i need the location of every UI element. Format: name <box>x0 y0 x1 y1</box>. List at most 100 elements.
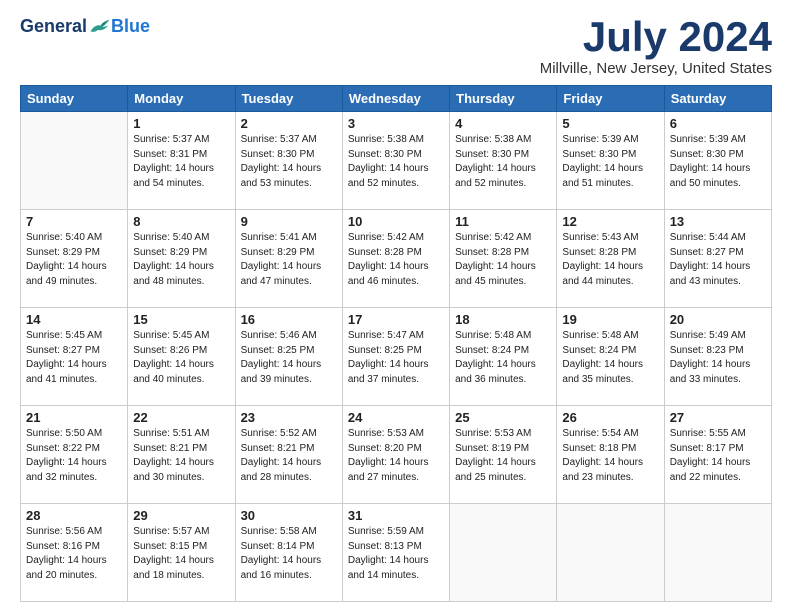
calendar-cell: 2Sunrise: 5:37 AMSunset: 8:30 PMDaylight… <box>235 112 342 210</box>
cell-info: Sunrise: 5:59 AMSunset: 8:13 PMDaylight:… <box>348 525 444 583</box>
day-number: 10 <box>348 214 444 229</box>
cell-info: Sunrise: 5:58 AMSunset: 8:14 PMDaylight:… <box>241 525 337 583</box>
calendar-cell: 10 Sunrise: 5:42 AMSunset: 8:28 PMDayligh… <box>342 210 449 308</box>
cell-info: Sunrise: 5:39 AMSunset: 8:30 PMDaylight:… <box>562 133 658 191</box>
calendar-cell: 27 Sunrise: 5:55 AMSunset: 8:17 PMDayligh… <box>664 406 771 504</box>
day-number: 30 <box>241 508 337 523</box>
week-row-3: 21 Sunrise: 5:50 AMSunset: 8:22 PMDayligh… <box>21 406 772 504</box>
cell-info: Sunrise: 5:38 AMSunset: 8:30 PMDaylight:… <box>455 133 551 191</box>
calendar-cell: 31 Sunrise: 5:59 AMSunset: 8:13 PMDayligh… <box>342 504 449 602</box>
week-row-1: 7 Sunrise: 5:40 AMSunset: 8:29 PMDaylight… <box>21 210 772 308</box>
calendar-cell: 8Sunrise: 5:40 AMSunset: 8:29 PMDaylight… <box>128 210 235 308</box>
day-number: 28 <box>26 508 122 523</box>
day-number: 19 <box>562 312 658 327</box>
day-number: 15 <box>133 312 229 327</box>
header-monday: Monday <box>128 86 235 112</box>
calendar-cell: 30 Sunrise: 5:58 AMSunset: 8:14 PMDayligh… <box>235 504 342 602</box>
header-sunday: Sunday <box>21 86 128 112</box>
calendar-table: Sunday Monday Tuesday Wednesday Thursday… <box>20 85 772 602</box>
calendar-cell: 7 Sunrise: 5:40 AMSunset: 8:29 PMDaylight… <box>21 210 128 308</box>
cell-info: Sunrise: 5:40 AMSunset: 8:29 PMDaylight:… <box>133 231 229 289</box>
day-number: 24 <box>348 410 444 425</box>
calendar-cell: 9 Sunrise: 5:41 AMSunset: 8:29 PMDaylight… <box>235 210 342 308</box>
cell-info: Sunrise: 5:48 AMSunset: 8:24 PMDaylight:… <box>562 329 658 387</box>
cell-info: Sunrise: 5:48 AMSunset: 8:24 PMDaylight:… <box>455 329 551 387</box>
calendar-cell: 22Sunrise: 5:51 AMSunset: 8:21 PMDayligh… <box>128 406 235 504</box>
calendar-cell <box>664 504 771 602</box>
cell-info: Sunrise: 5:52 AMSunset: 8:21 PMDaylight:… <box>241 427 337 485</box>
cell-info: Sunrise: 5:44 AMSunset: 8:27 PMDaylight:… <box>670 231 766 289</box>
calendar-cell <box>450 504 557 602</box>
day-number: 20 <box>670 312 766 327</box>
day-number: 1 <box>133 116 229 131</box>
day-number: 4 <box>455 116 551 131</box>
calendar-cell <box>21 112 128 210</box>
day-number: 9 <box>241 214 337 229</box>
cell-info: Sunrise: 5:40 AMSunset: 8:29 PMDaylight:… <box>26 231 122 289</box>
calendar-cell: 19 Sunrise: 5:48 AMSunset: 8:24 PMDayligh… <box>557 308 664 406</box>
cell-info: Sunrise: 5:37 AMSunset: 8:31 PMDaylight:… <box>133 133 229 191</box>
calendar-cell: 14 Sunrise: 5:45 AMSunset: 8:27 PMDayligh… <box>21 308 128 406</box>
calendar-cell: 4 Sunrise: 5:38 AMSunset: 8:30 PMDaylight… <box>450 112 557 210</box>
day-number: 31 <box>348 508 444 523</box>
header-tuesday: Tuesday <box>235 86 342 112</box>
day-number: 29 <box>133 508 229 523</box>
cell-info: Sunrise: 5:55 AMSunset: 8:17 PMDaylight:… <box>670 427 766 485</box>
day-number: 21 <box>26 410 122 425</box>
calendar-cell: 15 Sunrise: 5:45 AMSunset: 8:26 PMDayligh… <box>128 308 235 406</box>
weekday-header-row: Sunday Monday Tuesday Wednesday Thursday… <box>21 86 772 112</box>
page: General Blue July 2024 Millville, New Je… <box>0 0 792 612</box>
calendar-cell: 29Sunrise: 5:57 AMSunset: 8:15 PMDayligh… <box>128 504 235 602</box>
day-number: 5 <box>562 116 658 131</box>
cell-info: Sunrise: 5:45 AMSunset: 8:27 PMDaylight:… <box>26 329 122 387</box>
cell-info: Sunrise: 5:39 AMSunset: 8:30 PMDaylight:… <box>670 133 766 191</box>
cell-info: Sunrise: 5:46 AMSunset: 8:25 PMDaylight:… <box>241 329 337 387</box>
cell-info: Sunrise: 5:53 AMSunset: 8:20 PMDaylight:… <box>348 427 444 485</box>
day-number: 25 <box>455 410 551 425</box>
cell-info: Sunrise: 5:37 AMSunset: 8:30 PMDaylight:… <box>241 133 337 191</box>
cell-info: Sunrise: 5:49 AMSunset: 8:23 PMDaylight:… <box>670 329 766 387</box>
calendar-cell: 16Sunrise: 5:46 AMSunset: 8:25 PMDayligh… <box>235 308 342 406</box>
cell-info: Sunrise: 5:41 AMSunset: 8:29 PMDaylight:… <box>241 231 337 289</box>
calendar-cell: 28Sunrise: 5:56 AMSunset: 8:16 PMDayligh… <box>21 504 128 602</box>
cell-info: Sunrise: 5:53 AMSunset: 8:19 PMDaylight:… <box>455 427 551 485</box>
day-number: 14 <box>26 312 122 327</box>
cell-info: Sunrise: 5:42 AMSunset: 8:28 PMDaylight:… <box>348 231 444 289</box>
week-row-0: 1 Sunrise: 5:37 AMSunset: 8:31 PMDaylight… <box>21 112 772 210</box>
calendar-cell: 23 Sunrise: 5:52 AMSunset: 8:21 PMDayligh… <box>235 406 342 504</box>
calendar-cell: 17Sunrise: 5:47 AMSunset: 8:25 PMDayligh… <box>342 308 449 406</box>
calendar-cell: 5 Sunrise: 5:39 AMSunset: 8:30 PMDaylight… <box>557 112 664 210</box>
cell-info: Sunrise: 5:50 AMSunset: 8:22 PMDaylight:… <box>26 427 122 485</box>
calendar-cell: 12 Sunrise: 5:43 AMSunset: 8:28 PMDayligh… <box>557 210 664 308</box>
calendar-cell: 25 Sunrise: 5:53 AMSunset: 8:19 PMDayligh… <box>450 406 557 504</box>
day-number: 12 <box>562 214 658 229</box>
header-thursday: Thursday <box>450 86 557 112</box>
cell-info: Sunrise: 5:47 AMSunset: 8:25 PMDaylight:… <box>348 329 444 387</box>
day-number: 23 <box>241 410 337 425</box>
title-block: July 2024 Millville, New Jersey, United … <box>540 16 772 77</box>
day-number: 18 <box>455 312 551 327</box>
week-row-2: 14 Sunrise: 5:45 AMSunset: 8:27 PMDayligh… <box>21 308 772 406</box>
header-wednesday: Wednesday <box>342 86 449 112</box>
calendar-cell: 6 Sunrise: 5:39 AMSunset: 8:30 PMDaylight… <box>664 112 771 210</box>
day-number: 7 <box>26 214 122 229</box>
cell-info: Sunrise: 5:43 AMSunset: 8:28 PMDaylight:… <box>562 231 658 289</box>
calendar-cell: 18 Sunrise: 5:48 AMSunset: 8:24 PMDayligh… <box>450 308 557 406</box>
day-number: 27 <box>670 410 766 425</box>
day-number: 6 <box>670 116 766 131</box>
calendar-cell: 11Sunrise: 5:42 AMSunset: 8:28 PMDayligh… <box>450 210 557 308</box>
day-number: 3 <box>348 116 444 131</box>
calendar-cell: 1 Sunrise: 5:37 AMSunset: 8:31 PMDaylight… <box>128 112 235 210</box>
calendar-cell: 21 Sunrise: 5:50 AMSunset: 8:22 PMDayligh… <box>21 406 128 504</box>
calendar-cell: 3 Sunrise: 5:38 AMSunset: 8:30 PMDaylight… <box>342 112 449 210</box>
month-title: July 2024 <box>540 16 772 58</box>
cell-info: Sunrise: 5:42 AMSunset: 8:28 PMDaylight:… <box>455 231 551 289</box>
location: Millville, New Jersey, United States <box>540 60 772 77</box>
logo: General Blue <box>20 16 150 37</box>
cell-info: Sunrise: 5:38 AMSunset: 8:30 PMDaylight:… <box>348 133 444 191</box>
day-number: 26 <box>562 410 658 425</box>
cell-info: Sunrise: 5:45 AMSunset: 8:26 PMDaylight:… <box>133 329 229 387</box>
cell-info: Sunrise: 5:54 AMSunset: 8:18 PMDaylight:… <box>562 427 658 485</box>
week-row-4: 28Sunrise: 5:56 AMSunset: 8:16 PMDayligh… <box>21 504 772 602</box>
day-number: 22 <box>133 410 229 425</box>
